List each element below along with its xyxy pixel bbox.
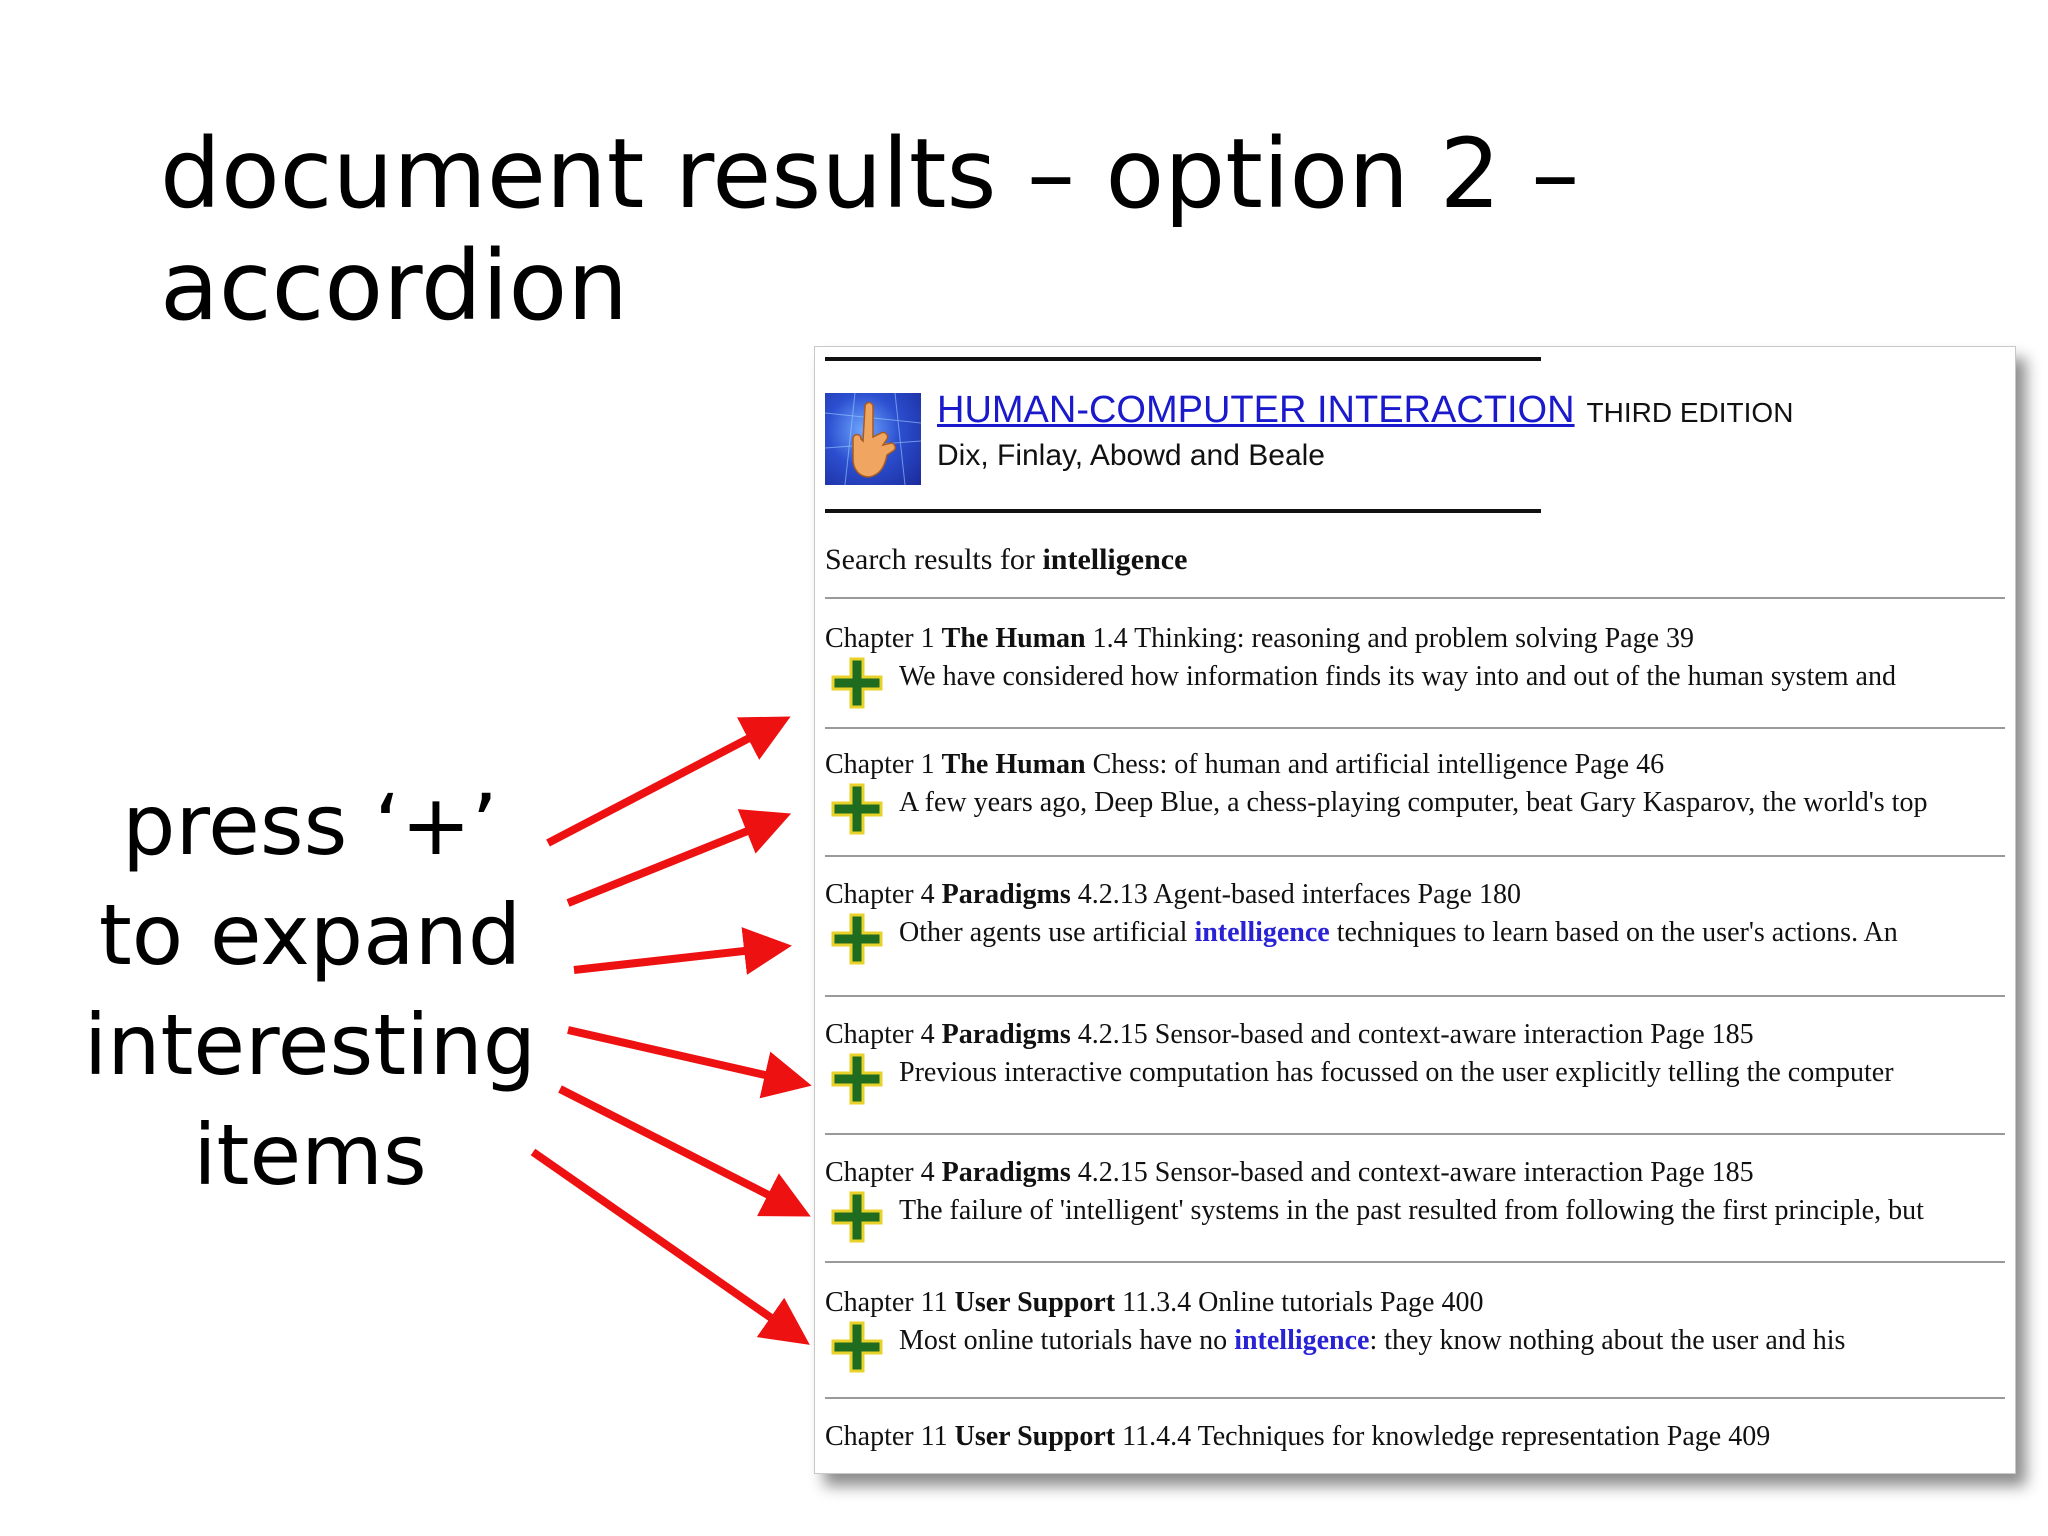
expand-button[interactable] bbox=[829, 1319, 885, 1375]
snippet-text: Previous interactive computation has foc… bbox=[899, 1057, 1894, 1088]
plus-icon bbox=[831, 1321, 883, 1373]
result-section: 4.2.15 Sensor-based and context-aware in… bbox=[1077, 1157, 1754, 1188]
search-results-window: HUMAN-COMPUTER INTERACTION THIRD EDITION… bbox=[814, 346, 2016, 1474]
expand-button[interactable] bbox=[829, 1051, 885, 1107]
result-section: Chess: of human and artificial intellige… bbox=[1092, 749, 1665, 780]
result-heading: Chapter 1 The Human 1.4 Thinking: reason… bbox=[825, 623, 1694, 655]
result-heading: Chapter 11 User Support 11.4.4 Technique… bbox=[825, 1421, 1770, 1453]
snippet-text: : they know nothing about the user and h… bbox=[1369, 1325, 1846, 1356]
result-snippet: A few years ago, Deep Blue, a chess-play… bbox=[899, 787, 1927, 819]
result-chapter: Chapter 11 bbox=[825, 1421, 948, 1452]
snippet-text: Other agents use artificial bbox=[899, 917, 1195, 948]
slide-title: document results – option 2 – accordion bbox=[160, 118, 1860, 342]
snippet-text: techniques to learn based on the user's … bbox=[1329, 917, 1898, 948]
header-rule-bottom bbox=[825, 509, 1541, 513]
result-snippet: Most online tutorials have no intelligen… bbox=[899, 1325, 1845, 1357]
result-item: Chapter 4 Paradigms 4.2.15 Sensor-based … bbox=[825, 1019, 2005, 1129]
search-term: intelligence bbox=[1042, 543, 1188, 576]
divider bbox=[825, 995, 2005, 997]
result-chapter-title: User Support bbox=[954, 1421, 1116, 1452]
snippet-text: The failure of 'intelligent' systems in … bbox=[899, 1195, 1924, 1226]
expand-button[interactable] bbox=[829, 781, 885, 837]
expand-button[interactable] bbox=[829, 1189, 885, 1245]
snippet-text: Most online tutorials have no bbox=[899, 1325, 1235, 1356]
result-chapter-title: The Human bbox=[941, 749, 1086, 780]
divider bbox=[825, 1397, 2005, 1399]
plus-icon bbox=[831, 657, 883, 709]
hand-touch-logo bbox=[825, 393, 921, 485]
result-chapter: Chapter 11 bbox=[825, 1287, 948, 1318]
result-snippet: The failure of 'intelligent' systems in … bbox=[899, 1195, 1924, 1227]
header-rule-top bbox=[825, 357, 1541, 361]
result-snippet: Previous interactive computation has foc… bbox=[899, 1057, 1894, 1089]
divider bbox=[825, 1133, 2005, 1135]
arrow-5 bbox=[558, 1085, 811, 1217]
result-item: Chapter 4 Paradigms 4.2.13 Agent-based i… bbox=[825, 879, 2005, 989]
result-heading: Chapter 11 User Support 11.3.4 Online tu… bbox=[825, 1287, 1484, 1319]
plus-icon bbox=[831, 1053, 883, 1105]
result-chapter: Chapter 4 bbox=[825, 1019, 935, 1050]
slide-title-line-1: document results – option 2 – bbox=[160, 118, 1580, 230]
callout-line-3: interesting bbox=[83, 996, 537, 1094]
snippet-highlight: intelligence bbox=[1234, 1325, 1370, 1356]
result-section: 11.3.4 Online tutorials Page 400 bbox=[1122, 1287, 1484, 1318]
result-chapter-title: Paradigms bbox=[941, 1019, 1071, 1050]
arrow-1 bbox=[546, 716, 791, 847]
result-heading: Chapter 4 Paradigms 4.2.15 Sensor-based … bbox=[825, 1019, 1754, 1051]
result-item: Chapter 1 The Human 1.4 Thinking: reason… bbox=[825, 623, 2005, 733]
result-heading: Chapter 1 The Human Chess: of human and … bbox=[825, 749, 1664, 781]
result-snippet: We have considered how information finds… bbox=[899, 661, 1896, 693]
result-item: Chapter 11 User Support 11.3.4 Online tu… bbox=[825, 1287, 2005, 1397]
divider bbox=[825, 1261, 2005, 1263]
divider bbox=[825, 597, 2005, 599]
book-edition: THIRD EDITION bbox=[1586, 397, 1794, 428]
plus-icon bbox=[831, 1191, 883, 1243]
book-title-link[interactable]: HUMAN-COMPUTER INTERACTION bbox=[937, 389, 1575, 431]
result-chapter-title: Paradigms bbox=[941, 879, 1071, 910]
result-chapter: Chapter 1 bbox=[825, 623, 935, 654]
snippet-text: A few years ago, Deep Blue, a chess-play… bbox=[899, 787, 1928, 818]
hand-touch-logo-art bbox=[825, 393, 921, 485]
result-chapter-title: Paradigms bbox=[941, 1157, 1071, 1188]
divider bbox=[825, 727, 2005, 729]
arrow-4 bbox=[567, 1026, 812, 1099]
result-chapter-title: User Support bbox=[954, 1287, 1116, 1318]
divider bbox=[825, 855, 2005, 857]
result-section: 11.4.4 Techniques for knowledge represen… bbox=[1122, 1421, 1771, 1452]
expand-button[interactable] bbox=[829, 911, 885, 967]
snippet-highlight: intelligence bbox=[1194, 917, 1330, 948]
book-title-row: HUMAN-COMPUTER INTERACTION THIRD EDITION bbox=[937, 389, 1793, 432]
plus-icon bbox=[831, 913, 883, 965]
callout-line-4: items bbox=[193, 1106, 427, 1204]
callout-line-2: to expand bbox=[98, 886, 522, 984]
result-item: Chapter 11 User Support 11.4.4 Technique… bbox=[825, 1421, 2005, 1473]
result-item: Chapter 1 The Human Chess: of human and … bbox=[825, 749, 2005, 859]
result-snippet: Other agents use artificial intelligence… bbox=[899, 917, 1898, 949]
result-item: Chapter 4 Paradigms 4.2.15 Sensor-based … bbox=[825, 1157, 2005, 1267]
callout-text: press ‘+’ to expand interesting items bbox=[60, 770, 560, 1210]
result-section: 1.4 Thinking: reasoning and problem solv… bbox=[1092, 623, 1694, 654]
result-chapter: Chapter 4 bbox=[825, 879, 935, 910]
result-section: 4.2.15 Sensor-based and context-aware in… bbox=[1077, 1019, 1754, 1050]
callout-line-1: press ‘+’ bbox=[122, 776, 498, 874]
result-heading: Chapter 4 Paradigms 4.2.15 Sensor-based … bbox=[825, 1157, 1754, 1189]
result-chapter-title: The Human bbox=[941, 623, 1086, 654]
arrow-2 bbox=[566, 809, 792, 907]
expand-button[interactable] bbox=[829, 655, 885, 711]
result-heading: Chapter 4 Paradigms 4.2.13 Agent-based i… bbox=[825, 879, 1521, 911]
result-chapter: Chapter 4 bbox=[825, 1157, 935, 1188]
plus-icon bbox=[831, 783, 883, 835]
arrow-3 bbox=[573, 927, 792, 975]
book-authors: Dix, Finlay, Abowd and Beale bbox=[937, 439, 1325, 472]
result-chapter: Chapter 1 bbox=[825, 749, 935, 780]
search-summary: Search results for intelligence bbox=[825, 543, 1187, 577]
arrow-6 bbox=[530, 1148, 810, 1345]
result-section: 4.2.13 Agent-based interfaces Page 180 bbox=[1077, 879, 1521, 910]
search-prefix: Search results for bbox=[825, 543, 1035, 576]
snippet-text: We have considered how information finds… bbox=[899, 661, 1896, 692]
slide-title-line-2: accordion bbox=[160, 230, 629, 342]
